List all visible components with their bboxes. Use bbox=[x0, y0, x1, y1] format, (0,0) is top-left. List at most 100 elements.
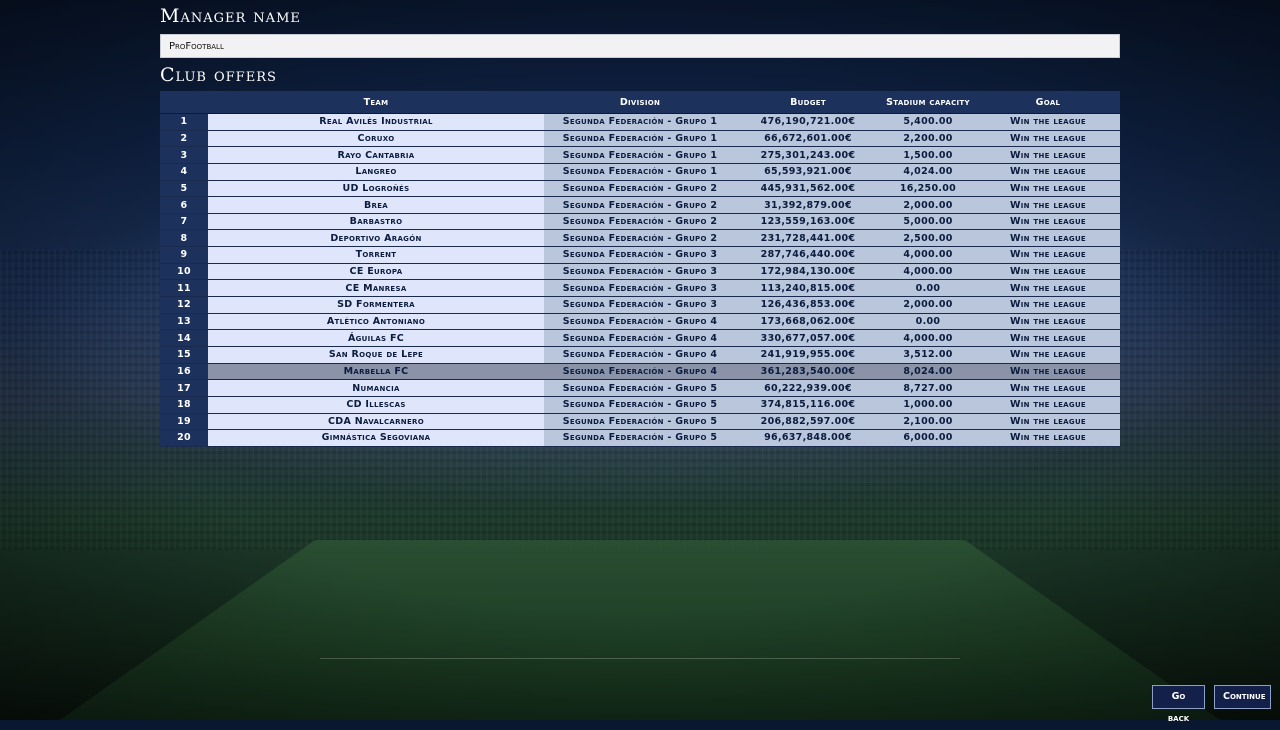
table-row[interactable]: 15 San Roque de Lepe Segunda Federación - … bbox=[160, 346, 1120, 364]
row-number: 20 bbox=[160, 429, 208, 447]
manager-name-input[interactable] bbox=[160, 34, 1120, 58]
goal-cell: Win the league bbox=[976, 363, 1120, 381]
budget-cell: 374,815,116.00€ bbox=[736, 396, 880, 414]
team-cell: CE Manresa bbox=[208, 279, 544, 298]
row-number: 10 bbox=[160, 263, 208, 281]
team-cell: Rayo Cantabria bbox=[208, 146, 544, 164]
row-number: 6 bbox=[160, 196, 208, 214]
stadium-capacity-cell: 5,000.00 bbox=[880, 213, 976, 231]
club-offers-table: Team Division Budget Stadium capacity Go… bbox=[160, 91, 1120, 447]
stadium-capacity-cell: 2,000.00 bbox=[880, 196, 976, 214]
budget-cell: 275,301,243.00€ bbox=[736, 146, 880, 164]
table-row[interactable]: 8 Deportivo Aragón Segunda Federación - Gr… bbox=[160, 229, 1120, 248]
continue-button[interactable]: Continue bbox=[1214, 685, 1271, 709]
goal-cell: Win the league bbox=[976, 329, 1120, 347]
budget-cell: 361,283,540.00€ bbox=[736, 363, 880, 381]
budget-cell: 241,919,955.00€ bbox=[736, 346, 880, 364]
table-row[interactable]: 7 Barbastro Segunda Federación - Grupo 2 12… bbox=[160, 213, 1120, 231]
goal-cell: Win the league bbox=[976, 163, 1120, 181]
goal-cell: Win the league bbox=[976, 429, 1120, 447]
table-row[interactable]: 13 Atlético Antoniano Segunda Federación -… bbox=[160, 313, 1120, 331]
table-row[interactable]: 19 CDA Navalcarnero Segunda Federación - G… bbox=[160, 413, 1120, 431]
team-cell: Real Avilés Industrial bbox=[208, 113, 544, 131]
stadium-capacity-cell: 4,000.00 bbox=[880, 329, 976, 347]
table-row[interactable]: 11 CE Manresa Segunda Federación - Grupo 3… bbox=[160, 279, 1120, 298]
table-header-row: Team Division Budget Stadium capacity Go… bbox=[160, 91, 1120, 114]
table-row[interactable]: 18 CD Illescas Segunda Federación - Grupo … bbox=[160, 396, 1120, 414]
goal-cell: Win the league bbox=[976, 279, 1120, 298]
team-cell: Torrent bbox=[208, 246, 544, 264]
row-number: 4 bbox=[160, 163, 208, 181]
team-cell: CE Europa bbox=[208, 263, 544, 281]
division-cell: Segunda Federación - Grupo 5 bbox=[544, 396, 736, 414]
team-cell: SD Formentera bbox=[208, 296, 544, 314]
team-cell: CDA Navalcarnero bbox=[208, 413, 544, 431]
row-number: 2 bbox=[160, 130, 208, 148]
division-cell: Segunda Federación - Grupo 4 bbox=[544, 329, 736, 347]
stadium-capacity-cell: 6,000.00 bbox=[880, 429, 976, 447]
goal-cell: Win the league bbox=[976, 113, 1120, 131]
division-cell: Segunda Federación - Grupo 2 bbox=[544, 213, 736, 231]
go-back-button[interactable]: Go back bbox=[1152, 685, 1205, 724]
stadium-capacity-cell: 2,500.00 bbox=[880, 229, 976, 248]
table-row[interactable]: 20 Gimnástica Segoviana Segunda Federación… bbox=[160, 429, 1120, 447]
budget-cell: 123,559,163.00€ bbox=[736, 213, 880, 231]
goal-cell: Win the league bbox=[976, 213, 1120, 231]
table-row[interactable]: 10 CE Europa Segunda Federación - Grupo 31… bbox=[160, 263, 1120, 281]
goal-cell: Win the league bbox=[976, 229, 1120, 248]
column-header-goal: Goal bbox=[976, 91, 1120, 114]
team-cell: Coruxo bbox=[208, 130, 544, 148]
team-cell: Marbella FC bbox=[208, 363, 544, 381]
goal-cell: Win the league bbox=[976, 196, 1120, 214]
table-row[interactable]: 12 SD Formentera Segunda Federación - Grup… bbox=[160, 296, 1120, 314]
row-number: 18 bbox=[160, 396, 208, 414]
column-header-budget: Budget bbox=[736, 91, 880, 114]
division-cell: Segunda Federación - Grupo 3 bbox=[544, 279, 736, 298]
stadium-capacity-cell: 4,024.00 bbox=[880, 163, 976, 181]
row-number: 9 bbox=[160, 246, 208, 264]
budget-cell: 172,984,130.00€ bbox=[736, 263, 880, 281]
budget-cell: 60,222,939.00€ bbox=[736, 379, 880, 397]
stadium-capacity-cell: 4,000.00 bbox=[880, 246, 976, 264]
stadium-capacity-cell: 5,400.00 bbox=[880, 113, 976, 131]
team-cell: CD Illescas bbox=[208, 396, 544, 414]
table-row[interactable]: 17 Numancia Segunda Federación - Grupo 5 60… bbox=[160, 379, 1120, 397]
team-cell: Gimnástica Segoviana bbox=[208, 429, 544, 447]
row-number: 15 bbox=[160, 346, 208, 364]
budget-cell: 65,593,921.00€ bbox=[736, 163, 880, 181]
team-cell: Águilas FC bbox=[208, 329, 544, 347]
table-row[interactable]: 1 Real Avilés Industrial Segunda Federació… bbox=[160, 113, 1120, 131]
division-cell: Segunda Federación - Grupo 3 bbox=[544, 296, 736, 314]
goal-cell: Win the league bbox=[976, 296, 1120, 314]
row-number: 5 bbox=[160, 180, 208, 198]
column-header-division: Division bbox=[544, 91, 736, 114]
table-row[interactable]: 3 Rayo Cantabria Segunda Federación - Grup… bbox=[160, 146, 1120, 164]
stadium-capacity-cell: 8,024.00 bbox=[880, 363, 976, 381]
row-number: 12 bbox=[160, 296, 208, 314]
table-row[interactable]: 14 Águilas FC Segunda Federación - Grupo 4… bbox=[160, 329, 1120, 347]
stadium-capacity-cell: 4,000.00 bbox=[880, 263, 976, 281]
row-number: 17 bbox=[160, 379, 208, 397]
table-row[interactable]: 16 Marbella FC Segunda Federación - Grupo … bbox=[160, 363, 1120, 381]
table-row[interactable]: 6 Brea Segunda Federación - Grupo 2 31,392,… bbox=[160, 196, 1120, 214]
table-row[interactable]: 2 Coruxo Segunda Federación - Grupo 1 66,67… bbox=[160, 130, 1120, 148]
budget-cell: 445,931,562.00€ bbox=[736, 180, 880, 198]
row-number: 7 bbox=[160, 213, 208, 231]
table-row[interactable]: 5 UD Logroñés Segunda Federación - Grupo 2… bbox=[160, 180, 1120, 198]
stadium-capacity-cell: 0.00 bbox=[880, 279, 976, 298]
budget-cell: 31,392,879.00€ bbox=[736, 196, 880, 214]
goal-cell: Win the league bbox=[976, 396, 1120, 414]
stadium-capacity-cell: 16,250.00 bbox=[880, 180, 976, 198]
stadium-capacity-cell: 2,100.00 bbox=[880, 413, 976, 431]
division-cell: Segunda Federación - Grupo 2 bbox=[544, 229, 736, 248]
table-row[interactable]: 4 Langreo Segunda Federación - Grupo 1 65,5… bbox=[160, 163, 1120, 181]
goal-cell: Win the league bbox=[976, 346, 1120, 364]
team-cell: UD Logroñés bbox=[208, 180, 544, 198]
division-cell: Segunda Federación - Grupo 5 bbox=[544, 379, 736, 397]
division-cell: Segunda Federación - Grupo 3 bbox=[544, 263, 736, 281]
stadium-capacity-cell: 0.00 bbox=[880, 313, 976, 331]
table-row[interactable]: 9 Torrent Segunda Federación - Grupo 3 287,… bbox=[160, 246, 1120, 264]
division-cell: Segunda Federación - Grupo 4 bbox=[544, 313, 736, 331]
division-cell: Segunda Federación - Grupo 4 bbox=[544, 346, 736, 364]
division-cell: Segunda Federación - Grupo 5 bbox=[544, 413, 736, 431]
